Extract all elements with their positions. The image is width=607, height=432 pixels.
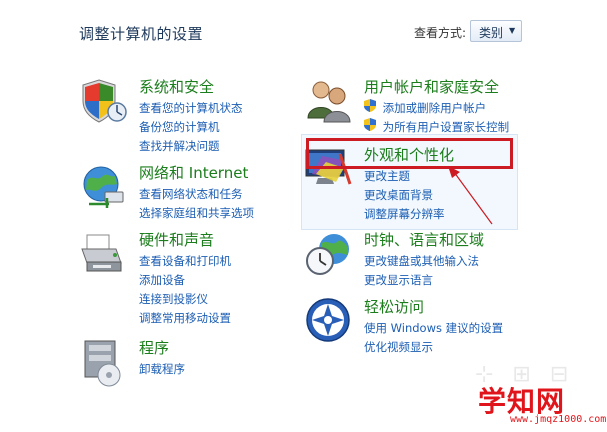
- annotation-arrow-icon: [448, 166, 493, 225]
- category-title[interactable]: 程序: [139, 337, 169, 358]
- link-view-computer-status[interactable]: 查看您的计算机状态: [139, 99, 243, 118]
- link-add-device[interactable]: 添加设备: [139, 271, 231, 290]
- link-label: 为所有用户设置家长控制: [382, 120, 510, 134]
- link-troubleshoot[interactable]: 查找并解决问题: [139, 137, 243, 156]
- link-optimize-video[interactable]: 优化视频显示: [364, 338, 503, 357]
- category-title[interactable]: 网络和 Internet: [139, 162, 248, 183]
- view-by-dropdown[interactable]: 类别 ▼: [470, 20, 522, 42]
- link-connect-projector[interactable]: 连接到投影仪: [139, 290, 231, 309]
- watermark-url: www.jmqz1000.com: [510, 414, 607, 425]
- link-parental-controls[interactable]: 为所有用户设置家长控制: [364, 118, 509, 137]
- link-devices-printers[interactable]: 查看设备和打印机: [139, 252, 231, 271]
- link-windows-suggested-settings[interactable]: 使用 Windows 建议的设置: [364, 319, 503, 338]
- control-panel-page: 调整计算机的设置 查看方式: 类别 ▼ 系统和安全 查看您的计算机状态 备份您的…: [0, 0, 607, 432]
- category-title[interactable]: 用户帐户和家庭安全: [364, 76, 499, 97]
- link-mobility-settings[interactable]: 调整常用移动设置: [139, 309, 231, 328]
- uac-shield-icon: [364, 99, 376, 112]
- printer-icon: [81, 234, 122, 272]
- security-shield-icon: [82, 79, 127, 123]
- ease-of-access-icon: [306, 298, 350, 342]
- programs-disc-icon: [84, 340, 121, 387]
- users-icon: [307, 81, 351, 123]
- page-title: 调整计算机的设置: [79, 25, 204, 43]
- view-by-label: 查看方式:: [414, 26, 467, 40]
- chevron-down-icon: ▼: [509, 26, 516, 35]
- link-change-desktop-background[interactable]: 更改桌面背景: [364, 186, 445, 205]
- category-title[interactable]: 时钟、语言和区域: [364, 229, 484, 250]
- link-backup-computer[interactable]: 备份您的计算机: [139, 118, 243, 137]
- link-homegroup-sharing[interactable]: 选择家庭组和共享选项: [139, 204, 254, 223]
- view-by-value: 类别: [479, 26, 504, 40]
- category-title[interactable]: 硬件和声音: [139, 229, 214, 250]
- link-label: 添加或删除用户帐户: [382, 101, 487, 115]
- category-title[interactable]: 轻松访问: [364, 296, 424, 317]
- clock-globe-icon: [306, 234, 349, 275]
- network-globe-icon: [83, 166, 124, 208]
- link-view-network-status[interactable]: 查看网络状态和任务: [139, 185, 254, 204]
- link-adjust-resolution[interactable]: 调整屏幕分辨率: [364, 205, 445, 224]
- link-change-input-method[interactable]: 更改键盘或其他输入法: [364, 252, 479, 271]
- link-add-remove-accounts[interactable]: 添加或删除用户帐户: [364, 99, 509, 118]
- link-uninstall-program[interactable]: 卸载程序: [139, 360, 185, 379]
- uac-shield-icon: [364, 118, 376, 131]
- category-title[interactable]: 系统和安全: [139, 76, 214, 97]
- link-change-theme[interactable]: 更改主题: [364, 167, 445, 186]
- link-change-display-language[interactable]: 更改显示语言: [364, 271, 479, 290]
